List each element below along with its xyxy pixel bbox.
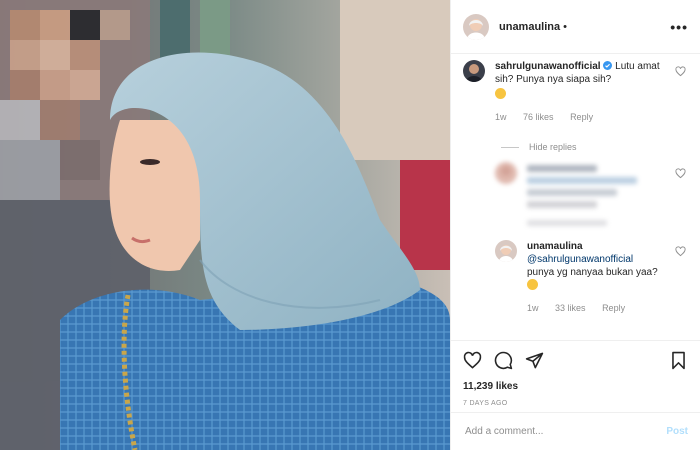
share-paper-plane-icon[interactable] <box>525 351 544 370</box>
comment-likes[interactable]: 76 likes <box>523 112 554 122</box>
reply-button[interactable]: Reply <box>570 112 593 122</box>
comment-author[interactable]: sahrulgunawanofficial <box>495 61 601 72</box>
hide-replies-toggle[interactable]: Hide replies <box>463 142 688 152</box>
post-timestamp[interactable]: 7 DAYS AGO <box>463 400 688 407</box>
post-photo[interactable] <box>0 0 450 450</box>
post-header: unamaulina • ••• <box>451 0 700 54</box>
like-heart-icon[interactable] <box>463 351 482 370</box>
post-side-panel: unamaulina • ••• sahrulgunawanofficial L… <box>450 0 700 450</box>
post-comment-button[interactable]: Post <box>666 426 688 437</box>
action-icons-row <box>463 349 688 371</box>
blurred-reply-avatar <box>495 162 517 184</box>
comment-time: 1w <box>495 112 507 122</box>
grin-emoji-icon <box>527 279 538 290</box>
comment-bubble-icon[interactable] <box>494 351 513 370</box>
reply-mention-link[interactable]: @sahrulgunawanofficial <box>527 254 633 265</box>
reply-likes[interactable]: 33 likes <box>555 303 586 313</box>
likes-count[interactable]: 11,239 likes <box>463 381 688 392</box>
like-reply-heart-icon[interactable] <box>675 246 686 257</box>
reply-text: punya yg nanyaa bukan yaa? <box>527 267 658 278</box>
hide-replies-label[interactable]: Hide replies <box>529 142 577 152</box>
reply-item: unamaulina @sahrulgunawanofficial punya … <box>495 240 688 315</box>
reply-reply-button[interactable]: Reply <box>602 303 625 313</box>
post-actions: 11,239 likes 7 DAYS AGO <box>451 340 700 412</box>
comment-meta: 1w 76 likes Reply <box>495 111 668 124</box>
photo-illustration <box>0 0 450 450</box>
reply-time: 1w <box>527 303 539 313</box>
header-separator-dot: • <box>563 20 567 33</box>
author-username[interactable]: unamaulina <box>499 21 560 33</box>
reply-meta: 1w 33 likes Reply <box>527 302 668 315</box>
blurred-reply-body <box>527 162 688 226</box>
like-blurred-reply-heart-icon[interactable] <box>675 168 686 179</box>
author-avatar[interactable] <box>463 13 489 40</box>
commenter-avatar[interactable] <box>463 60 485 82</box>
verified-badge-icon <box>603 61 613 70</box>
reply-author[interactable]: unamaulina <box>527 241 583 252</box>
add-comment-bar: Post <box>451 412 700 450</box>
save-bookmark-icon[interactable] <box>669 351 688 370</box>
comments-list[interactable]: sahrulgunawanofficial Lutu amat sih? Pun… <box>451 54 700 340</box>
hide-replies-line <box>501 146 519 148</box>
blurred-reply-item <box>495 162 688 226</box>
comment-item: sahrulgunawanofficial Lutu amat sih? Pun… <box>463 60 688 124</box>
more-options-icon[interactable]: ••• <box>670 19 688 35</box>
heart-eyes-emoji-icon <box>495 88 506 99</box>
add-comment-input[interactable] <box>463 425 667 438</box>
reply-author-avatar[interactable] <box>495 240 517 262</box>
like-comment-heart-icon[interactable] <box>675 66 686 77</box>
